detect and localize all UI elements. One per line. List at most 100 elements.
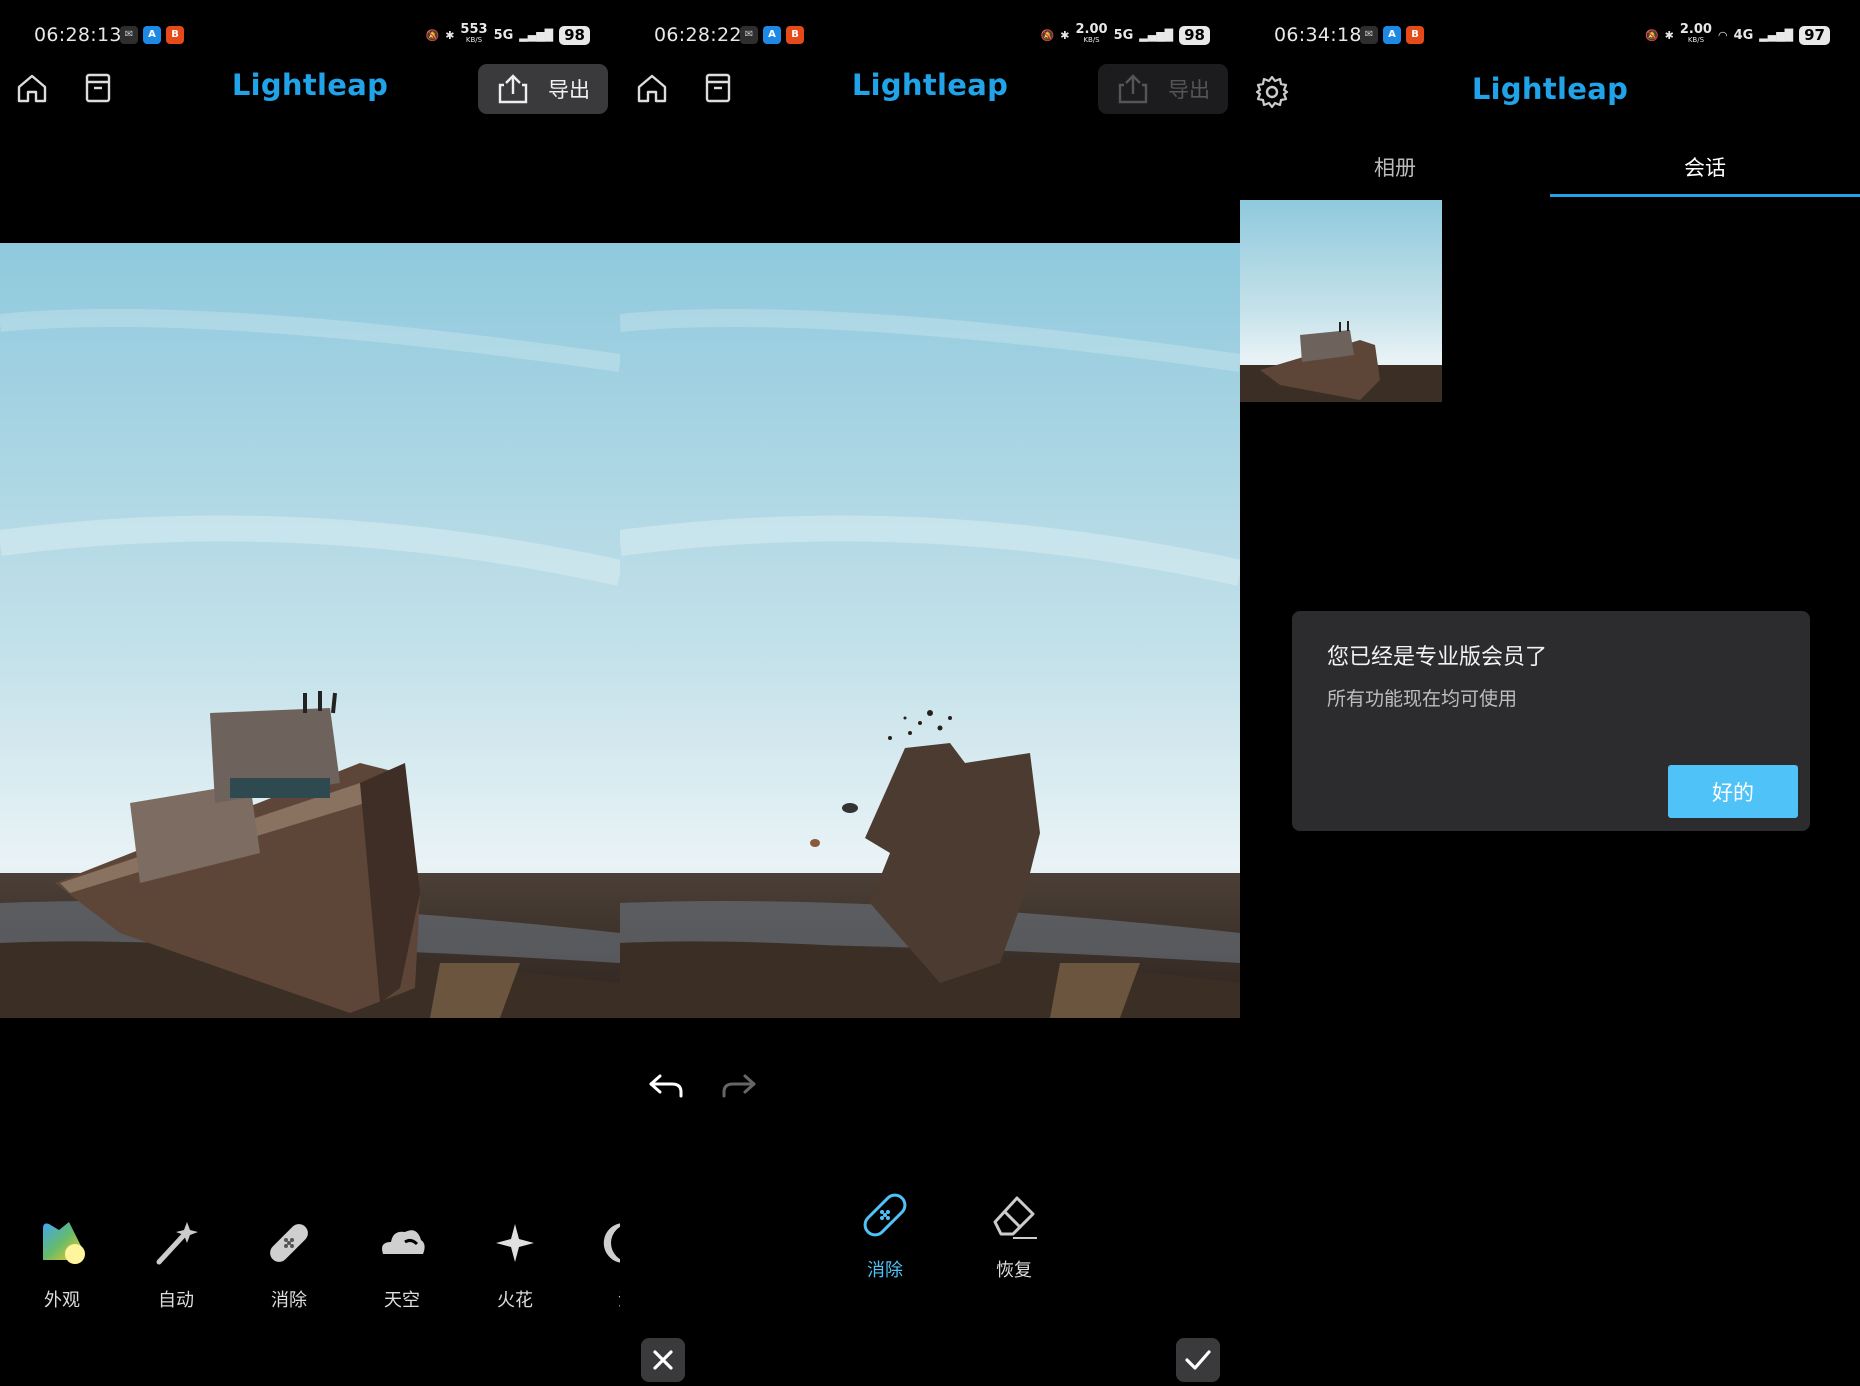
app-notification-icon: B: [166, 26, 184, 44]
signal-type: 5G: [493, 27, 514, 43]
wechat-icon: ✉: [740, 26, 758, 44]
confirm-button[interactable]: [1176, 1338, 1220, 1382]
tool-label: 天空: [384, 1290, 420, 1311]
app-notification-icon: B: [786, 26, 804, 44]
brush-heal-button[interactable]: 消除: [840, 1186, 930, 1282]
bluetooth-icon: ✱: [445, 28, 455, 42]
wechat-icon: ✉: [120, 26, 138, 44]
tool-auto[interactable]: 自动: [131, 1216, 221, 1312]
signal-icon: ▂▄▆█: [1139, 28, 1174, 42]
export-label: 导出: [548, 78, 590, 102]
sky-cloud-icon: [382, 1230, 425, 1254]
status-time: 06:34:18: [1274, 24, 1362, 46]
dialog-title: 您已经是专业版会员了: [1327, 645, 1548, 670]
tool-appearance[interactable]: 外观: [17, 1216, 107, 1312]
tool-heal[interactable]: 消除: [244, 1216, 334, 1312]
tool-sky[interactable]: 天空: [357, 1216, 447, 1312]
magic-wand-icon: [156, 1222, 198, 1265]
home-icon[interactable]: [14, 70, 50, 106]
brush-label: 恢复: [996, 1260, 1032, 1281]
top-nav: Lightleap: [1240, 66, 1860, 120]
wechat-icon: ✉: [1360, 26, 1378, 44]
share-icon: [498, 74, 528, 104]
brush-label: 消除: [867, 1260, 903, 1281]
redo-icon[interactable]: [719, 1070, 759, 1104]
top-nav: Lightleap 导出: [620, 62, 1240, 116]
cancel-button[interactable]: [641, 1338, 685, 1382]
system-indicators: 🔕 ✱ 553 KB/S 5G ▂▄▆█ 98: [425, 22, 590, 46]
status-bar: 06:28:22 ✉ A B 🔕 ✱ 2.00 KB/S 5G ▂▄▆█ 98: [620, 22, 1240, 52]
tool-filter[interactable]: 滤: [582, 1216, 620, 1312]
top-nav: Lightleap 导出: [0, 62, 620, 116]
status-bar: 06:34:18 ✉ A B 🔕 ✱ 2.00 KB/S ◠ 4G ▂▄▆█ 97: [1240, 22, 1860, 52]
editor-screen: 06:28:13 ✉ A B 🔕 ✱ 553 KB/S 5G ▂▄▆█ 98 Li…: [0, 0, 620, 1386]
app-notification-icon: A: [143, 26, 161, 44]
bookmark-icon[interactable]: [700, 70, 736, 106]
notification-icons: ✉ A B: [120, 26, 184, 44]
tool-label: 外观: [44, 1290, 80, 1311]
photo-image: [0, 243, 620, 1018]
pro-member-dialog: 您已经是专业版会员了 所有功能现在均可使用 好的: [1292, 611, 1810, 831]
photo-canvas[interactable]: [620, 243, 1240, 1018]
photo-canvas[interactable]: [0, 243, 620, 1018]
notification-icons: ✉ A B: [740, 26, 804, 44]
system-indicators: 🔕 ✱ 2.00 KB/S 5G ▂▄▆█ 98: [1040, 22, 1210, 46]
battery-level: 98: [1179, 25, 1210, 45]
battery-level: 98: [559, 25, 590, 45]
history-controls: [646, 1070, 787, 1108]
app-notification-icon: A: [1383, 26, 1401, 44]
app-notification-icon: B: [1406, 26, 1424, 44]
bluetooth-icon: ✱: [1664, 28, 1674, 42]
export-label: 导出: [1168, 78, 1210, 102]
edit-toolbar: 外观 自动 消除 天空 火花 滤: [0, 1216, 620, 1316]
status-time: 06:28:13: [34, 24, 122, 46]
brush-restore-button[interactable]: 恢复: [969, 1186, 1059, 1282]
app-notification-icon: A: [763, 26, 781, 44]
undo-icon[interactable]: [646, 1070, 686, 1104]
status-bar: 06:28:13 ✉ A B 🔕 ✱ 553 KB/S 5G ▂▄▆█ 98: [0, 22, 620, 52]
export-button[interactable]: 导出: [1098, 64, 1228, 114]
home-icon[interactable]: [634, 70, 670, 106]
gallery-screen: 06:34:18 ✉ A B 🔕 ✱ 2.00 KB/S ◠ 4G ▂▄▆█ 97…: [1240, 0, 1860, 1386]
tab-sessions[interactable]: 会话: [1550, 152, 1860, 182]
bookmark-icon[interactable]: [80, 70, 116, 106]
tab-indicator: [1550, 194, 1860, 197]
mute-icon: 🔕: [425, 28, 440, 42]
appearance-icon: [43, 1222, 85, 1264]
tool-sparkle[interactable]: 火花: [470, 1216, 560, 1312]
bandage-icon: [863, 1193, 907, 1237]
gear-icon[interactable]: [1254, 74, 1290, 110]
dialog-message: 所有功能现在均可使用: [1327, 688, 1518, 710]
signal-type: 5G: [1113, 27, 1134, 43]
bandage-icon: [270, 1224, 308, 1262]
system-indicators: 🔕 ✱ 2.00 KB/S ◠ 4G ▂▄▆█ 97: [1644, 23, 1830, 46]
mute-icon: 🔕: [1040, 28, 1055, 42]
tool-label: 消除: [271, 1290, 307, 1311]
ok-button[interactable]: 好的: [1668, 765, 1798, 818]
bluetooth-icon: ✱: [1060, 28, 1070, 42]
eraser-icon: [993, 1196, 1037, 1239]
heal-screen: 06:28:22 ✉ A B 🔕 ✱ 2.00 KB/S 5G ▂▄▆█ 98 L…: [620, 0, 1240, 1386]
signal-type: 4G: [1733, 27, 1754, 43]
tab-bar: 相册 会话: [1240, 140, 1860, 200]
signal-icon: ▂▄▆█: [519, 28, 554, 42]
close-icon: [653, 1350, 673, 1370]
tool-label: 滤: [582, 1286, 620, 1312]
tool-label: 自动: [158, 1290, 194, 1311]
mute-icon: 🔕: [1644, 28, 1659, 42]
signal-icon: ▂▄▆█: [1759, 28, 1794, 42]
moon-icon: [603, 1223, 620, 1263]
photo-image: [620, 243, 1240, 1018]
export-button[interactable]: 导出: [478, 64, 608, 114]
app-logo: Lightleap: [1471, 72, 1629, 106]
tab-albums[interactable]: 相册: [1240, 152, 1550, 182]
share-icon: [1118, 74, 1148, 104]
notification-icons: ✉ A B: [1360, 26, 1424, 44]
net-speed: 553 KB/S: [460, 22, 488, 44]
net-speed: 2.00 KB/S: [1075, 22, 1108, 44]
check-icon: [1185, 1350, 1211, 1370]
sparkle-icon: [496, 1224, 534, 1262]
session-thumbnail[interactable]: [1240, 200, 1442, 402]
tool-label: 火花: [497, 1290, 533, 1311]
wifi-icon: ◠: [1717, 28, 1728, 42]
